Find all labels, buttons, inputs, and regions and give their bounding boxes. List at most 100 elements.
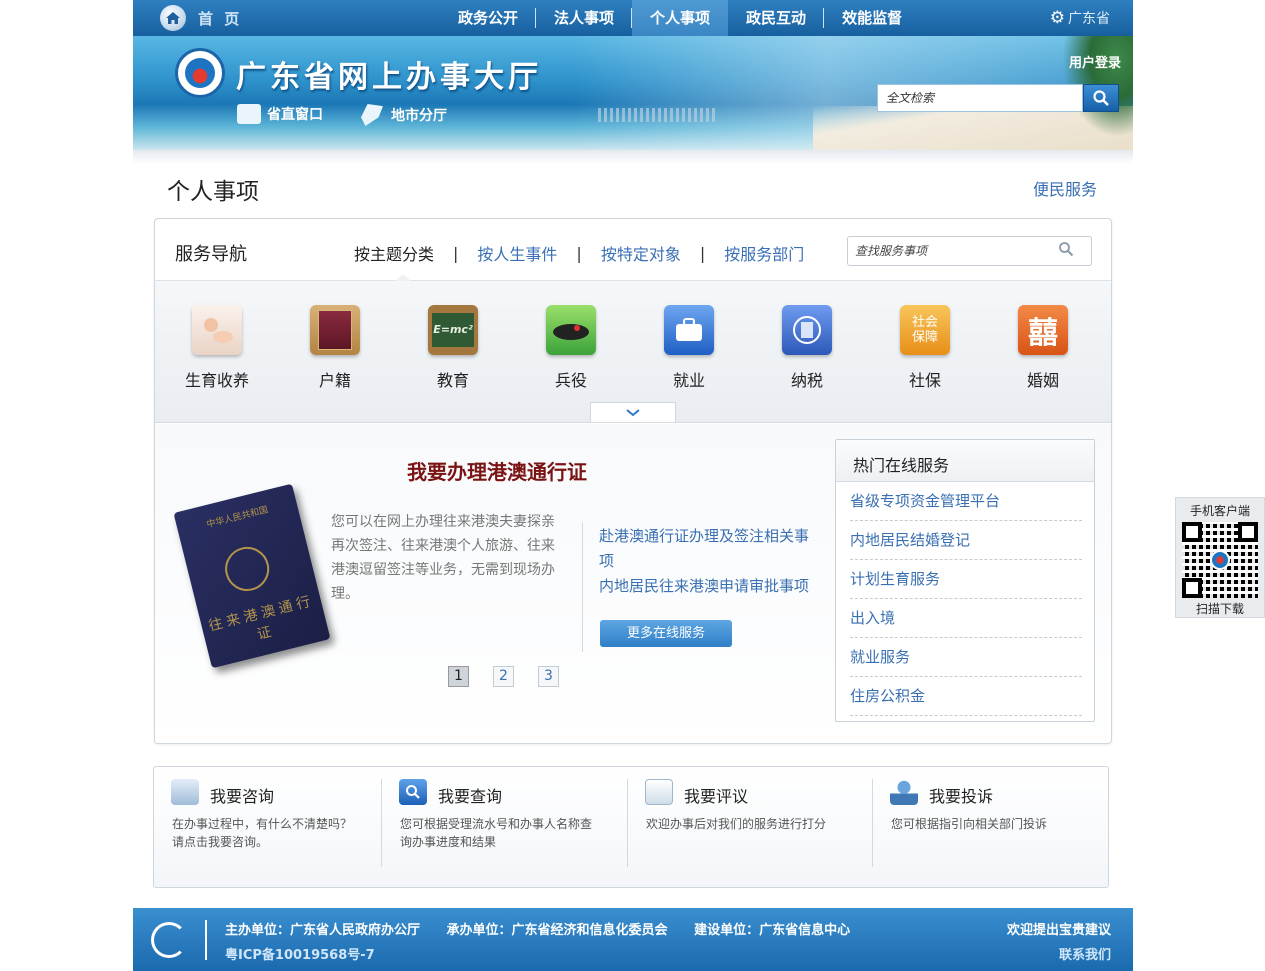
action-query[interactable]: 我要查询 您可根据受理流水号和办事人名称查询办事进度和结果	[382, 767, 628, 889]
search-icon	[1093, 90, 1109, 106]
nav-item-supervision[interactable]: 效能监督	[824, 0, 920, 36]
hot-service-link[interactable]: 省级专项资金管理平台	[850, 482, 1082, 521]
icp-record-link[interactable]: 粤ICP备10019568号-7	[225, 944, 375, 963]
category-education[interactable]: E=mc² 教育	[394, 305, 512, 391]
action-description: 在办事过程中，有什么不清楚吗？请点击我要咨询。	[172, 817, 353, 849]
military-beret-icon	[546, 305, 596, 355]
baby-icon	[192, 305, 242, 355]
national-emblem-icon	[220, 542, 274, 596]
nav-item-government-affairs[interactable]: 政务公开	[440, 0, 537, 36]
site-logo-icon[interactable]	[175, 48, 225, 98]
user-login-link[interactable]: 用户登录	[1069, 52, 1121, 71]
category-label: 社保	[908, 371, 941, 390]
qr-caption: 扫描下载	[1195, 602, 1244, 616]
chevron-down-icon	[626, 408, 640, 416]
fulltext-search	[877, 84, 1121, 112]
tab-by-theme[interactable]: 按主题分类	[354, 241, 434, 265]
hot-service-link[interactable]: 就业服务	[850, 638, 1082, 677]
tax-emblem-icon	[782, 305, 832, 355]
envelope-icon	[645, 779, 673, 805]
expand-categories-button[interactable]	[590, 402, 676, 422]
city-skyline-image	[598, 108, 718, 122]
hot-service-link[interactable]: 出入境	[850, 599, 1082, 638]
page-title: 个人事项	[167, 179, 259, 205]
action-consult[interactable]: 我要咨询 在办事过程中，有什么不清楚吗？请点击我要咨询。	[154, 767, 382, 889]
province-selector[interactable]: ⚙ 广东省	[1050, 8, 1110, 28]
featured-link[interactable]: 赴港澳通行证办理及签注相关事项	[599, 524, 817, 574]
category-tabs: 按主题分类 | 按人生事件 | 按特定对象 | 按服务部门	[354, 241, 804, 265]
service-search	[847, 236, 1092, 266]
hot-service-link[interactable]: 内地居民结婚登记	[850, 521, 1082, 560]
main-menu: 政务公开 法人事项 个人事项 政民互动 效能监督	[440, 0, 920, 36]
search-button[interactable]	[1083, 84, 1119, 112]
page-button[interactable]: 1	[448, 666, 469, 687]
nav-item-interaction[interactable]: 政民互动	[728, 0, 825, 36]
map-region-icon	[361, 104, 383, 126]
category-birth-adoption[interactable]: 生育收养	[158, 305, 276, 391]
search-magnifier-icon	[399, 779, 427, 805]
category-label: 就业	[672, 371, 705, 390]
provincial-window-link[interactable]: 省直窗口	[237, 104, 323, 124]
hot-service-link[interactable]: 计划生育服务	[850, 560, 1082, 599]
hot-service-link[interactable]: 住房公积金	[850, 677, 1082, 716]
qr-code-icon	[1182, 522, 1258, 598]
category-marriage[interactable]: 囍 婚姻	[984, 305, 1102, 391]
consult-icon	[171, 779, 199, 805]
service-nav-title: 服务导航	[175, 244, 247, 265]
category-tax[interactable]: 纳税	[748, 305, 866, 391]
nav-item-legal-person[interactable]: 法人事项	[536, 0, 633, 36]
category-label: 户籍	[318, 371, 351, 390]
featured-description: 您可以在网上办理往来港澳夫妻探亲再次签注、往来港澳个人旅游、往来港澳逗留签注等业…	[331, 514, 555, 602]
nav-item-personal[interactable]: 个人事项	[632, 0, 729, 36]
home-label: 首 页	[198, 9, 243, 28]
action-complaint[interactable]: 我要投诉 您可根据指引向相关部门投诉	[873, 767, 1109, 889]
more-online-services-button[interactable]: 更多在线服务	[600, 620, 732, 647]
featured-links: 赴港澳通行证办理及签注相关事项 内地居民往来港澳申请审批事项	[599, 524, 817, 599]
home-link[interactable]: 首 页	[160, 5, 420, 31]
fulltext-search-input[interactable]	[877, 84, 1083, 112]
site-title: 广东省网上办事大厅	[236, 60, 542, 95]
featured-title[interactable]: 我要办理港澳通行证	[407, 456, 587, 485]
provincial-window-label: 省直窗口	[267, 107, 323, 123]
site-banner: 广东省网上办事大厅 省直窗口 地市分厅 用户登录	[133, 36, 1133, 150]
hot-online-services: 热门在线服务 省级专项资金管理平台 内地居民结婚登记 计划生育服务 出入境 就业…	[835, 439, 1095, 722]
site-footer: 主办单位：广东省人民政府办公厅 承办单位：广东省经济和信息化委员会 建设单位：广…	[133, 908, 1133, 971]
tab-by-department[interactable]: 按服务部门	[724, 241, 804, 265]
category-employment[interactable]: 就业	[630, 305, 748, 391]
convenient-services-link[interactable]: 便民服务	[1033, 176, 1097, 200]
service-navigation-panel: 服务导航 按主题分类 | 按人生事件 | 按特定对象 | 按服务部门 查找服务事…	[154, 218, 1112, 744]
top-navigation: 首 页 政务公开 法人事项 个人事项 政民互动 效能监督 ⚙ 广东省	[133, 0, 1133, 36]
page-button[interactable]: 3	[538, 666, 559, 687]
quick-actions: 我要咨询 在办事过程中，有什么不清楚吗？请点击我要咨询。 我要查询 您可根据受理…	[153, 766, 1109, 888]
footer-organizations: 主办单位：广东省人民政府办公厅 承办单位：广东省经济和信息化委员会 建设单位：广…	[225, 919, 872, 938]
page: 首 页 政务公开 法人事项 个人事项 政民互动 效能监督 ⚙ 广东省 广东省网上…	[0, 0, 1265, 971]
passport-image: 中华人民共和国 往来港澳通行证	[173, 483, 331, 669]
suggestion-link[interactable]: 欢迎提出宝贵建议	[1007, 919, 1111, 938]
category-social-security[interactable]: 社会 保障 社保	[866, 305, 984, 391]
action-title: 我要查询	[438, 787, 503, 806]
category-military[interactable]: 兵役	[512, 305, 630, 391]
mobile-client-qr[interactable]: 手机客户端 扫描下载	[1175, 497, 1265, 618]
contact-us-link[interactable]: 联系我们	[1059, 944, 1111, 963]
undertake-organization: 承办单位：广东省经济和信息化委员会	[446, 923, 668, 938]
chalkboard-icon: E=mc²	[428, 305, 478, 355]
home-icon	[160, 5, 186, 31]
action-review[interactable]: 我要评议 欢迎办事后对我们的服务进行打分	[628, 767, 873, 889]
tab-by-target-group[interactable]: 按特定对象	[601, 241, 681, 265]
service-search-input[interactable]	[848, 244, 1058, 258]
category-household[interactable]: 户籍	[276, 305, 394, 391]
tab-by-life-event[interactable]: 按人生事件	[477, 241, 557, 265]
search-icon[interactable]	[1058, 241, 1074, 261]
featured-service: 我要办理港澳通行证 中华人民共和国 往来港澳通行证 您可以在网上办理往来港澳夫妻…	[155, 424, 1111, 743]
household-book-icon	[310, 305, 360, 355]
briefcase-icon	[664, 305, 714, 355]
action-title: 我要投诉	[929, 787, 994, 806]
action-description: 您可根据受理流水号和办事人名称查询办事进度和结果	[400, 817, 593, 849]
featured-link[interactable]: 内地居民往来港澳申请审批事项	[599, 574, 817, 599]
page-button[interactable]: 2	[493, 666, 514, 687]
category-label: 教育	[436, 371, 469, 390]
service-nav-header: 服务导航 按主题分类 | 按人生事件 | 按特定对象 | 按服务部门	[155, 219, 1111, 282]
featured-pager: 1 2 3	[448, 666, 583, 687]
monitor-icon	[237, 104, 261, 124]
city-hall-link[interactable]: 地市分厅	[361, 104, 447, 126]
